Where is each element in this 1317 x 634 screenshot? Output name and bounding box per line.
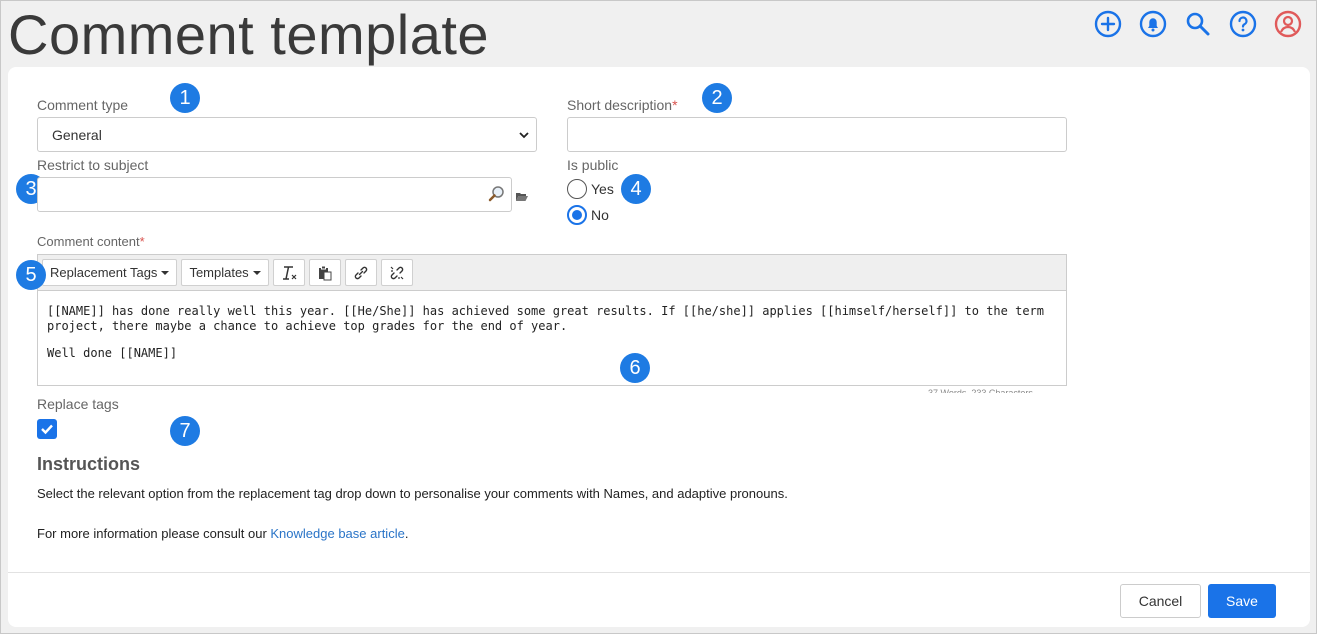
comment-type-label: Comment type [37, 97, 129, 113]
more-info-prefix: For more information please consult our [37, 526, 271, 541]
comment-type-value: General [52, 127, 102, 143]
templates-dropdown[interactable]: Templates [181, 259, 269, 286]
callout-badge-2: 2 [702, 83, 732, 113]
replace-tags-checkbox[interactable] [37, 419, 57, 439]
chevron-down-icon [518, 128, 530, 144]
comment-content-label: Comment content* [37, 234, 145, 249]
rich-text-editor[interactable]: Replacement Tags Templates [[NAME]] has … [37, 254, 1067, 386]
is-public-label: Is public [567, 157, 619, 173]
knowledge-base-link[interactable]: Knowledge base article [270, 526, 404, 541]
page-title: Comment template [8, 3, 490, 66]
user-profile-icon[interactable] [1273, 9, 1303, 39]
short-description-input[interactable] [567, 117, 1067, 152]
checkmark-icon [41, 424, 53, 435]
editor-toolbar: Replacement Tags Templates [38, 255, 1066, 291]
short-description-label-text: Short description [567, 97, 673, 113]
callout-badge-6: 6 [620, 353, 650, 383]
clear-formatting-icon[interactable] [272, 259, 305, 286]
replace-tags-label: Replace tags [37, 396, 119, 412]
instructions-heading: Instructions [37, 454, 141, 474]
paste-icon[interactable] [308, 259, 341, 286]
content-paragraph: [[NAME]] has done really well this year.… [47, 304, 1044, 333]
instructions-text: Select the relevant option from the repl… [37, 486, 788, 501]
required-marker: * [139, 234, 145, 249]
word-count: 37 Words, 233 Characters [928, 388, 1033, 393]
radio-yes-label: Yes [591, 181, 614, 197]
radio-yes[interactable] [567, 179, 587, 199]
instructions-more-info: For more information please consult our … [37, 526, 408, 541]
add-circle-icon[interactable] [1093, 9, 1123, 39]
callout-badge-7: 7 [170, 416, 200, 446]
short-description-label: Short description* [567, 97, 678, 113]
comment-type-select[interactable]: General [37, 117, 537, 152]
editor-content[interactable]: [[NAME]] has done really well this year.… [38, 291, 1066, 386]
callout-badge-4: 4 [621, 174, 651, 204]
caret-down-icon [252, 270, 261, 275]
header-actions [1093, 9, 1303, 39]
more-info-suffix: . [404, 526, 409, 541]
required-marker: * [672, 97, 678, 113]
radio-no[interactable] [567, 205, 587, 225]
search-icon[interactable] [1183, 9, 1213, 39]
comment-content-label-text: Comment content [37, 234, 140, 249]
templates-label: Templates [189, 265, 249, 280]
form-card: Comment type 1 General Short description… [8, 67, 1310, 627]
folder-open-icon[interactable] [516, 189, 528, 207]
restrict-subject-label: Restrict to subject [37, 157, 149, 173]
replacement-tags-dropdown[interactable]: Replacement Tags [42, 259, 178, 286]
replacement-tags-label: Replacement Tags [50, 265, 158, 280]
radio-no-label: No [591, 207, 609, 223]
bell-icon[interactable] [1138, 9, 1168, 39]
unlink-icon[interactable] [380, 259, 413, 286]
is-public-yes-option[interactable]: Yes [567, 179, 614, 199]
restrict-subject-input[interactable] [37, 177, 512, 212]
footer-divider [8, 572, 1310, 573]
content-paragraph: Well done [[NAME]] [47, 346, 178, 360]
magnifier-icon[interactable] [488, 185, 506, 208]
cancel-button[interactable]: Cancel [1120, 584, 1201, 618]
link-icon[interactable] [344, 259, 377, 286]
help-icon[interactable] [1228, 9, 1258, 39]
save-button[interactable]: Save [1208, 584, 1276, 618]
callout-badge-1: 1 [170, 83, 200, 113]
caret-down-icon [161, 270, 170, 275]
is-public-no-option[interactable]: No [567, 205, 609, 225]
callout-badge-5: 5 [16, 260, 46, 290]
